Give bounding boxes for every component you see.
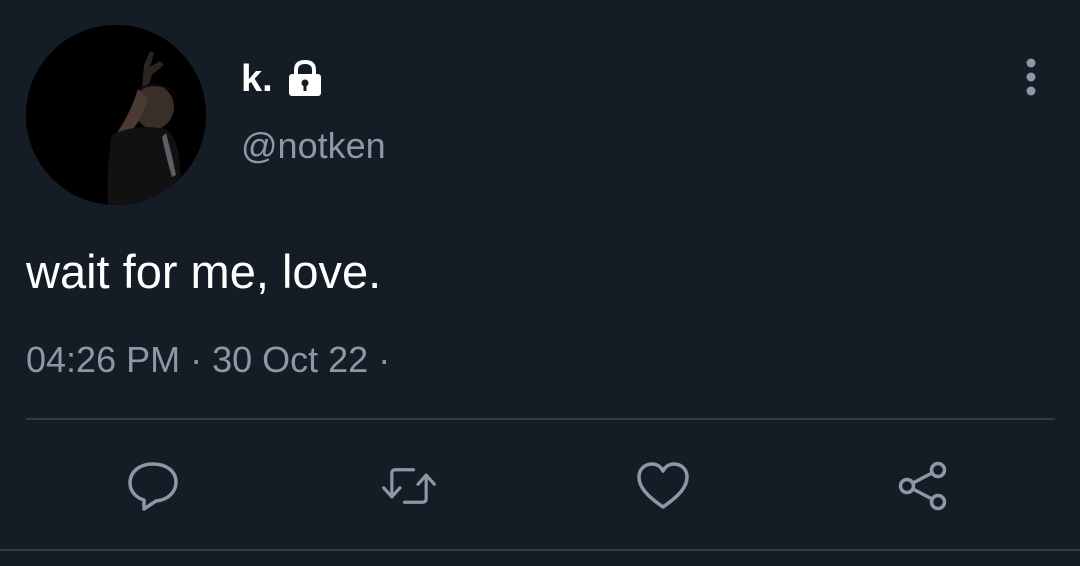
tweet-text: wait for me, love.	[26, 245, 382, 298]
user-handle[interactable]: @notken	[241, 123, 386, 169]
tweet-date[interactable]: 30 Oct 22	[212, 339, 368, 380]
profile-photo	[26, 25, 206, 205]
reply-icon	[128, 462, 178, 511]
tweet: k. @notken wait for me, love. 04:26 PM · 3…	[0, 0, 1080, 566]
retweet-icon	[382, 468, 436, 504]
display-name[interactable]: k.	[241, 55, 273, 103]
meta-separator: ·	[190, 339, 203, 380]
heart-icon	[637, 462, 689, 509]
divider	[26, 418, 1055, 420]
like-button[interactable]	[635, 458, 691, 514]
avatar[interactable]	[26, 25, 206, 205]
more-options-icon[interactable]	[1018, 58, 1044, 96]
meta-separator-trailing: ·	[378, 339, 391, 380]
share-icon	[898, 461, 947, 511]
tweet-time[interactable]: 04:26 PM	[26, 339, 180, 380]
tweet-meta: 04:26 PM · 30 Oct 22 ·	[26, 336, 400, 384]
retweet-button[interactable]	[381, 458, 437, 514]
divider-bottom	[0, 549, 1080, 551]
reply-button[interactable]	[125, 458, 181, 514]
share-button[interactable]	[895, 458, 951, 514]
lock-icon	[286, 58, 324, 98]
